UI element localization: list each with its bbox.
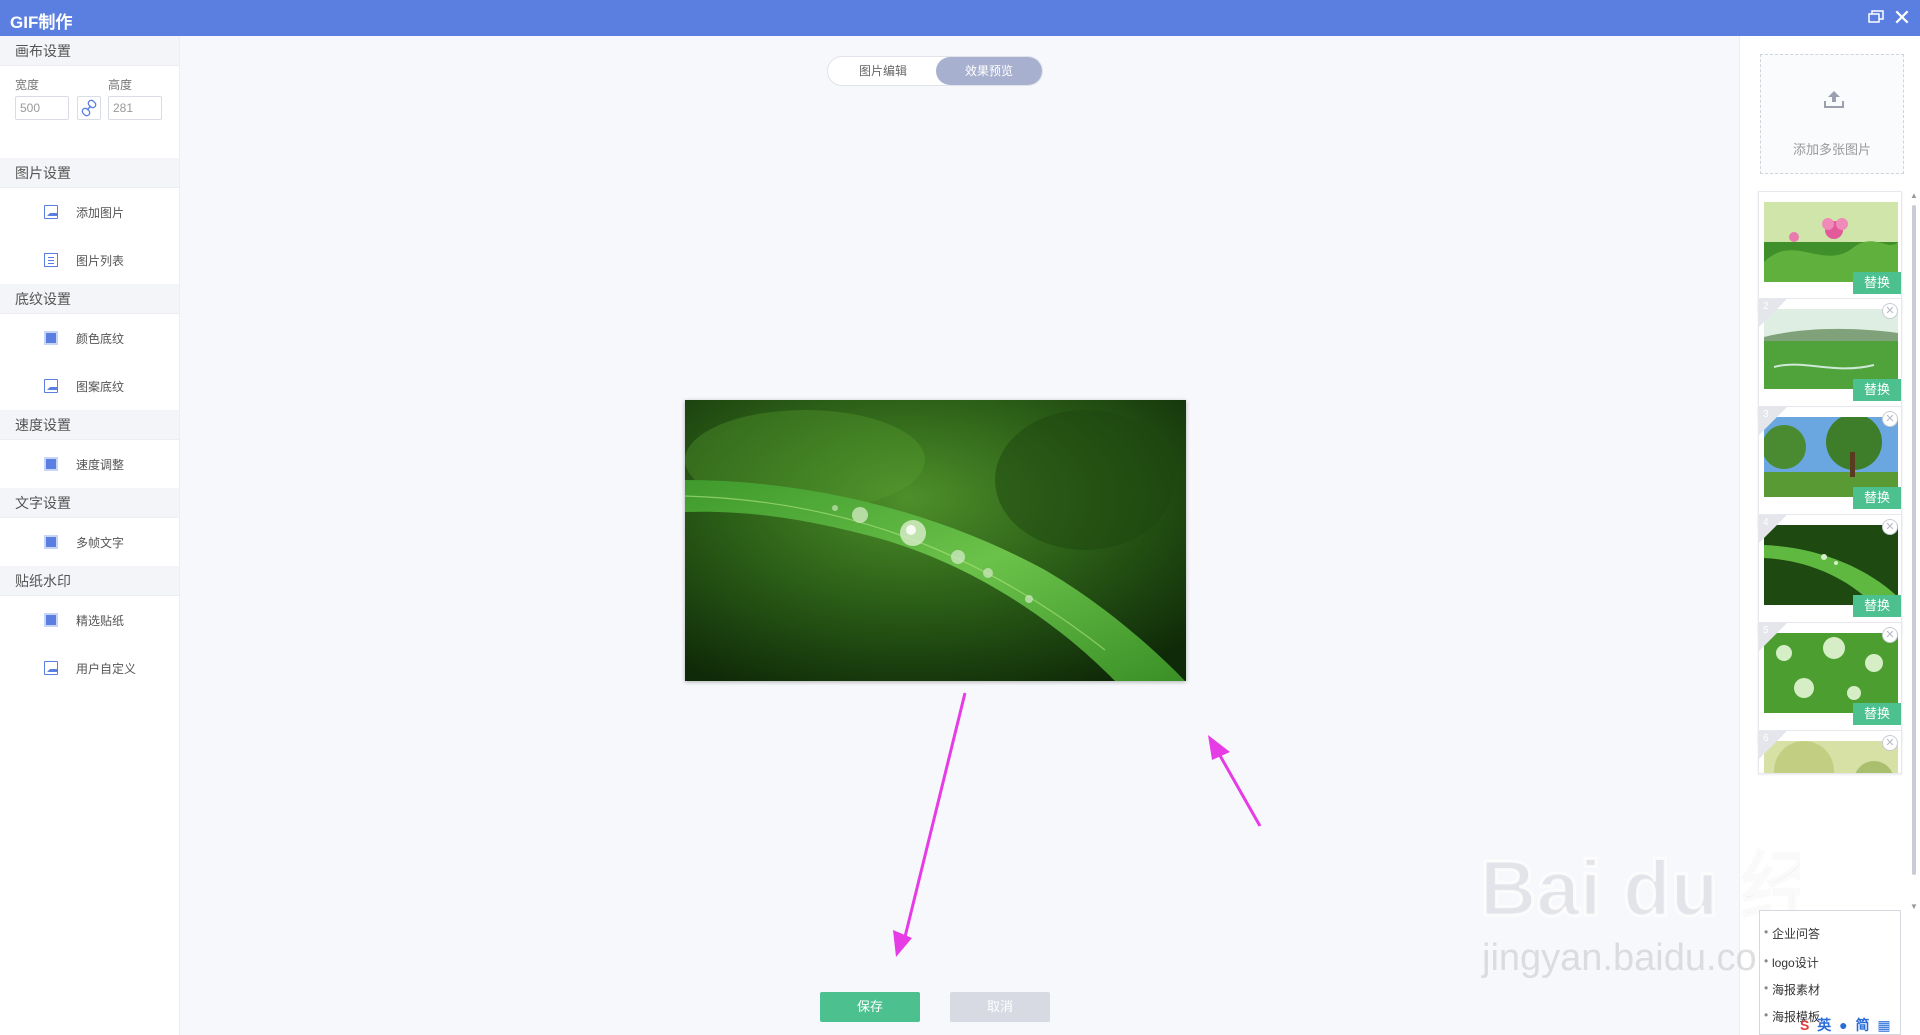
popup-item[interactable]: logo设计 (1764, 954, 1819, 971)
sogou-logo-icon[interactable]: S (1800, 1017, 1809, 1033)
thumbnail-number: 3 (1763, 409, 1769, 420)
thumbnail-item[interactable]: 5 ✕ 替换 (1758, 622, 1902, 743)
add-images-label: 添加多张图片 (1792, 142, 1871, 157)
thumbnail-number: 2 (1763, 301, 1769, 312)
thumbnail-number: 5 (1763, 625, 1769, 636)
add-multiple-images-button[interactable]: 添加多张图片 (1760, 54, 1904, 174)
remove-icon[interactable]: ✕ (1882, 519, 1898, 535)
upload-icon (1824, 91, 1844, 108)
thumbnail-number: 4 (1763, 517, 1769, 528)
thumbnail-scrollbar[interactable]: ▲ ▼ (1910, 191, 1918, 911)
ime-toolbar[interactable]: S 英 ● 简 ▦ (1800, 1015, 1895, 1035)
scroll-thumb[interactable] (1912, 205, 1916, 875)
thumbnail-item[interactable]: 2 ✕ 替换 (1758, 298, 1902, 419)
ime-mode-simplified[interactable]: 简 (1855, 1017, 1869, 1033)
thumbnail-image (1764, 202, 1898, 282)
watermark-url: jingyan.baidu.com (1481, 937, 1788, 979)
replace-button[interactable]: 替换 (1853, 379, 1901, 401)
user-icon[interactable]: ● (1839, 1017, 1847, 1033)
thumbnail-item[interactable]: 4 ✕ 替换 (1758, 514, 1902, 635)
replace-button[interactable]: 替换 (1853, 703, 1901, 725)
baidu-watermark: Bai du 经验 jingyan.baidu.com (1479, 843, 1801, 980)
scroll-down-icon[interactable]: ▼ (1910, 902, 1918, 911)
watermark-logo-text: Bai du 经验 (1480, 844, 1800, 932)
thumbnail-item[interactable]: 3 ✕ 替换 (1758, 406, 1902, 527)
popup-item[interactable]: 企业问答 (1764, 925, 1820, 942)
popup-item[interactable]: 海报素材 (1764, 981, 1820, 998)
replace-button[interactable]: 替换 (1853, 595, 1901, 617)
remove-icon[interactable]: ✕ (1882, 411, 1898, 427)
thumbnail-item[interactable]: 替换 (1758, 191, 1902, 312)
scroll-up-icon[interactable]: ▲ (1910, 191, 1918, 200)
replace-button[interactable]: 替换 (1853, 487, 1901, 509)
grid-icon[interactable]: ▦ (1877, 1017, 1890, 1033)
save-button[interactable]: 保存 (820, 992, 920, 1022)
remove-icon[interactable]: ✕ (1882, 735, 1898, 751)
cancel-button[interactable]: 取消 (950, 992, 1050, 1022)
thumbnail-item[interactable]: 6 ✕ (1758, 730, 1902, 774)
remove-icon[interactable]: ✕ (1882, 303, 1898, 319)
ime-mode-english[interactable]: 英 (1817, 1017, 1831, 1033)
thumbnail-number: 6 (1763, 733, 1769, 744)
replace-button[interactable]: 替换 (1853, 272, 1901, 294)
remove-icon[interactable]: ✕ (1882, 627, 1898, 643)
